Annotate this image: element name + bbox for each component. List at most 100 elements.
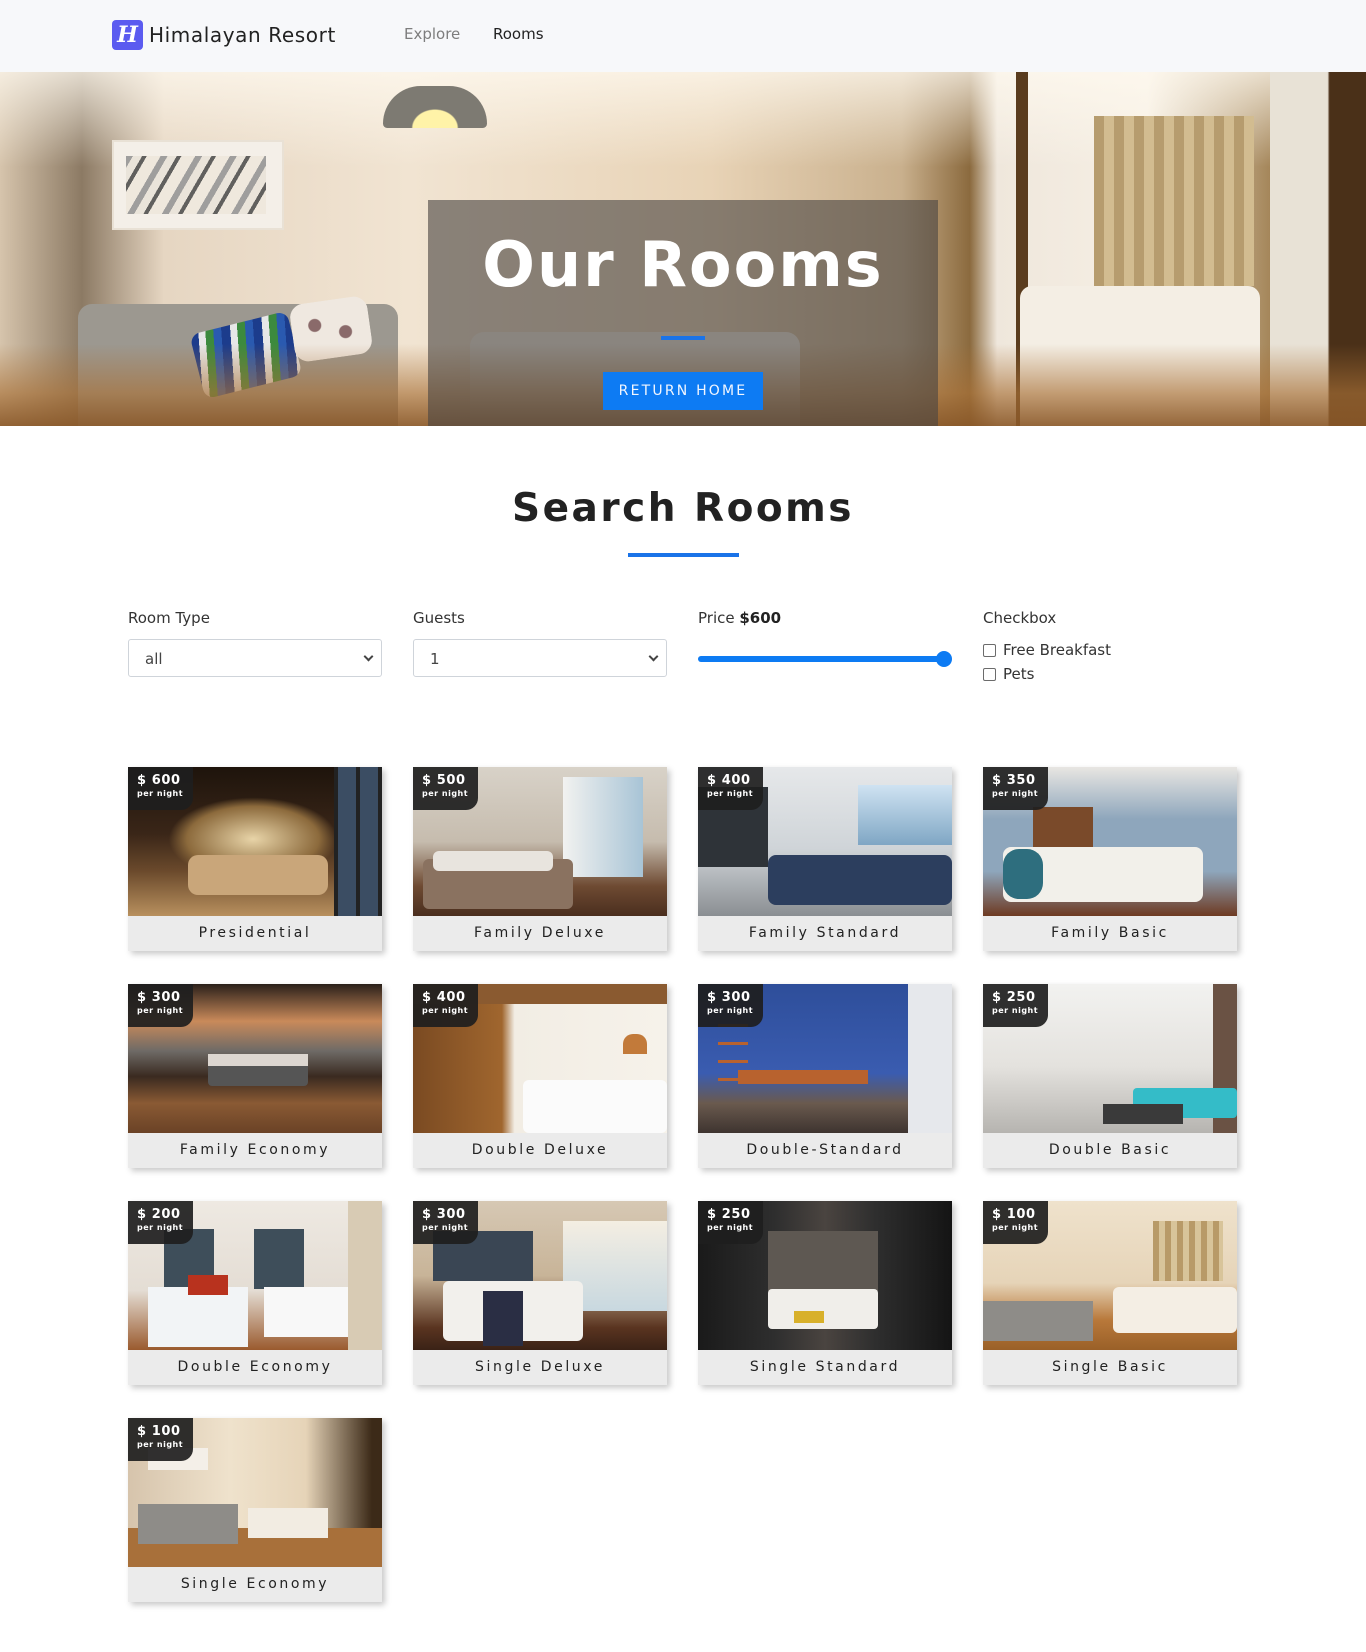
hero-lamp <box>383 86 487 128</box>
price-value: $600 <box>739 609 782 627</box>
room-name: Double Economy <box>177 1359 333 1375</box>
pets-option[interactable]: Pets <box>983 665 1034 683</box>
guests-label: Guests <box>413 609 465 627</box>
price-badge-unit: per night <box>137 1006 184 1015</box>
price-badge: $ 100 per night <box>983 1201 1048 1244</box>
price-badge: $ 400 per night <box>698 767 763 810</box>
room-card-single-basic[interactable]: $ 100 per night Single Basic <box>983 1201 1237 1385</box>
price-badge: $ 250 per night <box>983 984 1048 1027</box>
room-name: Single Economy <box>180 1576 330 1592</box>
brand-name: Himalayan Resort <box>149 23 336 47</box>
room-name: Family Economy <box>179 1142 331 1158</box>
room-card-double-deluxe[interactable]: $ 400 per night Double Deluxe <box>413 984 667 1168</box>
price-badge: $ 400 per night <box>413 984 478 1027</box>
price-badge-unit: per night <box>137 1440 184 1449</box>
price-badge: $ 100 per night <box>128 1418 193 1461</box>
price-badge-unit: per night <box>992 1223 1039 1232</box>
chevron-down-icon <box>648 651 659 662</box>
room-card-single-economy[interactable]: $ 100 per night Single Economy <box>128 1418 382 1602</box>
navbar: H Himalayan Resort Explore Rooms <box>0 0 1366 72</box>
room-card-family-basic[interactable]: $ 350 per night Family Basic <box>983 767 1237 951</box>
guests-value: 1 <box>430 650 440 668</box>
free-breakfast-label: Free Breakfast <box>1003 641 1112 659</box>
room-card-family-economy[interactable]: $ 300 per night Family Economy <box>128 984 382 1168</box>
price-badge-unit: per night <box>707 1223 754 1232</box>
price-badge-value: $ 600 <box>137 773 181 788</box>
room-card-double-standard[interactable]: $ 300 per night Double-Standard <box>698 984 952 1168</box>
price-badge-unit: per night <box>422 789 469 798</box>
price-badge-value: $ 250 <box>992 990 1036 1005</box>
price-badge-unit: per night <box>137 789 184 798</box>
hero-overlay-box: Our Rooms RETURN HOME <box>428 200 938 426</box>
room-type-value: all <box>145 650 163 668</box>
return-home-button[interactable]: RETURN HOME <box>603 372 763 410</box>
checkbox-group-label: Checkbox <box>983 609 1057 627</box>
room-card-double-economy[interactable]: $ 200 per night Double Economy <box>128 1201 382 1385</box>
price-badge: $ 250 per night <box>698 1201 763 1244</box>
room-type-label: Room Type <box>128 609 210 627</box>
room-name: Family Deluxe <box>474 925 606 941</box>
nav-link-explore[interactable]: Explore <box>404 25 460 43</box>
price-slider[interactable] <box>698 651 952 667</box>
price-label: Price $600 <box>698 609 781 627</box>
search-title: Search Rooms <box>511 486 855 531</box>
price-badge-unit: per night <box>992 1006 1039 1015</box>
room-name: Double-Standard <box>746 1142 904 1158</box>
room-card-family-standard[interactable]: $ 400 per night Family Standard <box>698 767 952 951</box>
price-badge-value: $ 100 <box>992 1207 1036 1222</box>
price-badge-value: $ 500 <box>422 773 466 788</box>
brand-link[interactable]: H Himalayan Resort <box>112 20 336 50</box>
hero-title: Our Rooms <box>482 228 884 301</box>
price-slider-thumb[interactable] <box>936 651 952 667</box>
price-badge-unit: per night <box>137 1223 184 1232</box>
room-card-family-deluxe[interactable]: $ 500 per night Family Deluxe <box>413 767 667 951</box>
price-badge-unit: per night <box>422 1223 469 1232</box>
room-card-double-basic[interactable]: $ 250 per night Double Basic <box>983 984 1237 1168</box>
room-name: Family Standard <box>748 925 902 941</box>
price-badge: $ 300 per night <box>128 984 193 1027</box>
nav-link-rooms[interactable]: Rooms <box>493 25 544 43</box>
price-badge-unit: per night <box>992 789 1039 798</box>
search-title-underline <box>628 553 739 557</box>
pets-checkbox[interactable] <box>983 667 996 681</box>
chevron-down-icon <box>363 651 374 662</box>
pets-label: Pets <box>1003 665 1035 683</box>
room-name: Family Basic <box>1051 925 1169 941</box>
hero-banner: Our Rooms RETURN HOME <box>0 72 1366 426</box>
price-badge-value: $ 300 <box>707 990 751 1005</box>
price-badge: $ 200 per night <box>128 1201 193 1244</box>
price-badge-unit: per night <box>707 1006 754 1015</box>
room-card-single-standard[interactable]: $ 250 per night Single Standard <box>698 1201 952 1385</box>
price-badge-value: $ 200 <box>137 1207 181 1222</box>
price-badge: $ 300 per night <box>698 984 763 1027</box>
guests-select[interactable]: 1 <box>413 639 667 677</box>
price-badge: $ 350 per night <box>983 767 1048 810</box>
price-badge-value: $ 250 <box>707 1207 751 1222</box>
price-slider-fill <box>698 656 944 662</box>
room-name: Double Deluxe <box>471 1142 609 1158</box>
room-name: Double Basic <box>1048 1142 1172 1158</box>
hero-curtain <box>1094 116 1254 286</box>
price-badge-value: $ 100 <box>137 1424 181 1439</box>
room-name: Single Basic <box>1052 1359 1168 1375</box>
price-badge-value: $ 300 <box>137 990 181 1005</box>
room-name: Single Deluxe <box>475 1359 605 1375</box>
price-label-text: Price <box>698 609 735 627</box>
price-badge-value: $ 300 <box>422 1207 466 1222</box>
price-badge: $ 600 per night <box>128 767 193 810</box>
price-badge: $ 300 per night <box>413 1201 478 1244</box>
room-card-single-deluxe[interactable]: $ 300 per night Single Deluxe <box>413 1201 667 1385</box>
free-breakfast-option[interactable]: Free Breakfast <box>983 641 1111 659</box>
price-badge-value: $ 350 <box>992 773 1036 788</box>
free-breakfast-checkbox[interactable] <box>983 643 996 657</box>
price-badge-unit: per night <box>707 789 754 798</box>
room-card-presidential[interactable]: $ 600 per night Presidential <box>128 767 382 951</box>
hero-title-underline <box>661 336 705 340</box>
price-badge: $ 500 per night <box>413 767 478 810</box>
brand-logo-icon: H <box>112 20 143 50</box>
room-type-select[interactable]: all <box>128 639 382 677</box>
room-name: Single Standard <box>749 1359 901 1375</box>
price-badge-value: $ 400 <box>422 990 466 1005</box>
price-badge-unit: per night <box>422 1006 469 1015</box>
price-badge-value: $ 400 <box>707 773 751 788</box>
